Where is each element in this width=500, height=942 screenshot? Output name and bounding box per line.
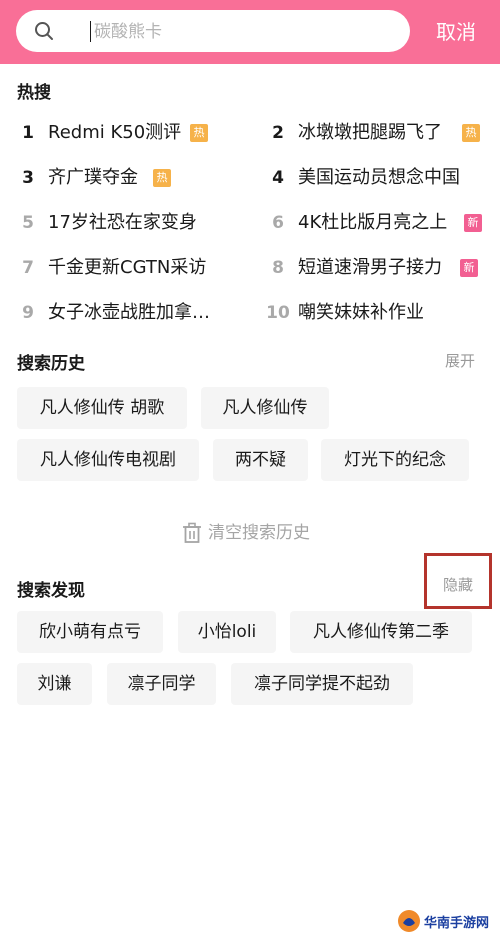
hot-item-6[interactable]: 6 4K杜比版月亮之上 新 [264,208,494,238]
cancel-button[interactable]: 取消 [418,14,494,50]
hot-item-2[interactable]: 2 冰墩墩把腿踢飞了 热 [264,118,494,148]
search-discover-title: 搜索发现 [17,581,85,601]
hot-badge: 热 [153,169,171,187]
clear-history-button[interactable]: 清空搜索历史 [182,520,332,546]
history-chip[interactable]: 两不疑 [213,439,308,481]
hot-item-4[interactable]: 4 美国运动员想念中国 [264,163,494,193]
history-chip[interactable]: 灯光下的纪念 [321,439,469,481]
hot-rank: 10 [266,303,290,323]
hide-discover-button[interactable]: 隐藏 [443,574,473,595]
hot-text: 千金更新CGTN采访 [48,257,207,278]
discover-chip[interactable]: 凛子同学提不起劲 [231,663,413,705]
discover-chip[interactable]: 小怡loli [178,611,276,653]
search-icon [35,22,53,40]
hot-text: 4K杜比版月亮之上 [298,212,448,233]
hot-badge: 热 [462,124,480,142]
hot-rank: 6 [272,213,284,233]
hot-rank: 4 [272,168,284,188]
hot-rank: 9 [22,303,34,323]
new-badge: 新 [464,214,482,232]
watermark-text: 华南手游网 [424,916,490,931]
trash-icon [183,522,201,543]
hot-text: 美国运动员想念中国 [298,167,460,188]
hot-rank: 2 [272,123,284,143]
history-chip[interactable]: 凡人修仙传 [201,387,329,429]
hot-rank: 8 [272,258,284,278]
search-box[interactable] [16,10,410,52]
clear-history-label: 清空搜索历史 [208,523,310,543]
hot-rank: 1 [22,123,34,143]
hot-text: 齐广璞夺金 [48,167,138,188]
watermark-logo-icon [398,910,420,932]
hot-text: 女子冰壶战胜加拿… [48,302,210,323]
discover-chip[interactable]: 刘谦 [17,663,92,705]
hot-rank: 7 [22,258,34,278]
hot-item-10[interactable]: 10 嘲笑妹妹补作业 [264,298,494,328]
hot-text: Redmi K50测评 [48,122,182,143]
hot-item-3[interactable]: 3 齐广璞夺金 热 [14,163,244,193]
discover-chip[interactable]: 欣小萌有点亏 [17,611,163,653]
hot-search-title: 热搜 [17,83,51,103]
hot-text: 17岁社恐在家变身 [48,212,197,233]
new-badge: 新 [460,259,478,277]
search-input[interactable] [92,16,396,48]
expand-history-button[interactable]: 展开 [445,350,475,371]
hot-item-9[interactable]: 9 女子冰壶战胜加拿… [14,298,244,328]
hot-text: 短道速滑男子接力 [298,257,442,278]
hot-rank: 3 [22,168,34,188]
search-history-title: 搜索历史 [17,354,85,374]
hot-badge: 热 [190,124,208,142]
hot-rank: 5 [22,213,34,233]
text-caret [90,21,91,42]
search-header: 取消 [0,0,500,64]
hot-item-7[interactable]: 7 千金更新CGTN采访 [14,253,244,283]
hot-item-5[interactable]: 5 17岁社恐在家变身 [14,208,244,238]
hot-text: 冰墩墩把腿踢飞了 [298,122,442,143]
discover-chip[interactable]: 凛子同学 [107,663,216,705]
watermark: 华南手游网 [396,906,496,936]
hot-item-1[interactable]: 1 Redmi K50测评 热 [14,118,244,148]
hot-item-8[interactable]: 8 短道速滑男子接力 新 [264,253,494,283]
history-chip[interactable]: 凡人修仙传 胡歌 [17,387,187,429]
hot-text: 嘲笑妹妹补作业 [298,302,424,323]
discover-chip[interactable]: 凡人修仙传第二季 [290,611,472,653]
history-chip[interactable]: 凡人修仙传电视剧 [17,439,199,481]
